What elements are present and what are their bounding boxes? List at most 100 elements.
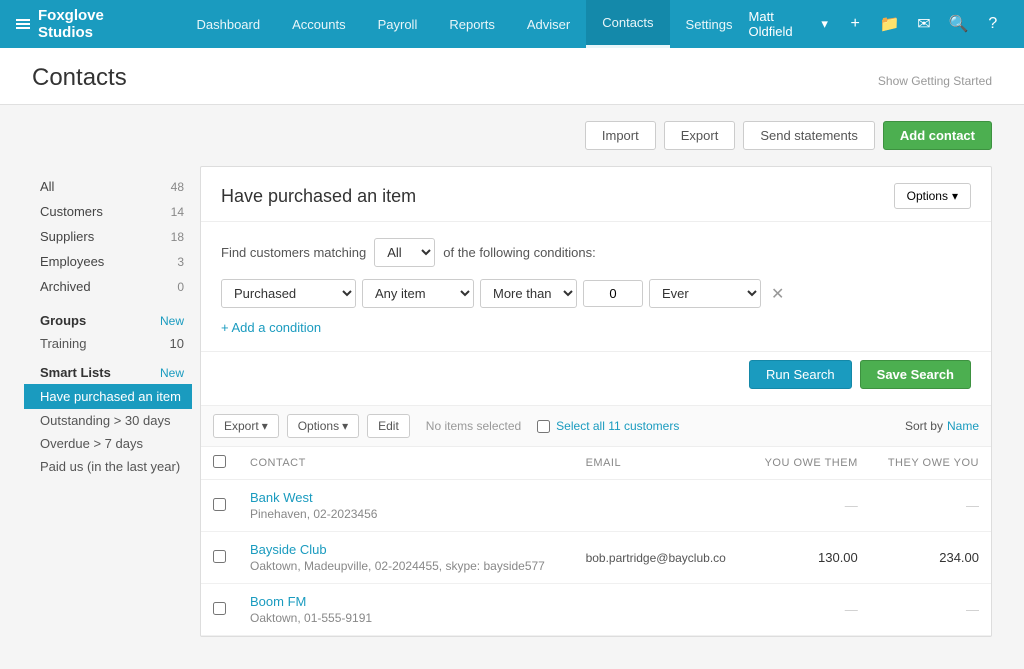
- filter-prefix: Find customers matching: [221, 245, 366, 260]
- page-header: Contacts Show Getting Started: [0, 48, 1024, 105]
- export-button[interactable]: Export: [664, 121, 736, 150]
- app-logo[interactable]: Foxglove Studios: [16, 7, 157, 41]
- contact-detail: Oaktown, 01-555-9191: [250, 611, 562, 625]
- sidebar-smart-list-overdue[interactable]: Overdue > 7 days: [32, 432, 192, 455]
- import-button[interactable]: Import: [585, 121, 656, 150]
- row-email-cell: [574, 480, 747, 532]
- condition-operator-select[interactable]: More than Less than Exactly: [480, 279, 577, 308]
- row-checkbox-cell: [201, 532, 238, 584]
- filter-section: Find customers matching All Any of the f…: [201, 222, 991, 352]
- col-they-owe: They Owe You: [870, 447, 991, 480]
- table-row: Boom FM Oaktown, 01-555-9191 — —: [201, 584, 991, 636]
- contact-detail: Oaktown, Madeupville, 02-2024455, skype:…: [250, 559, 562, 573]
- row-checkbox[interactable]: [213, 498, 226, 511]
- top-nav: Foxglove Studios Dashboard Accounts Payr…: [0, 0, 1024, 48]
- contact-name-link[interactable]: Bank West: [250, 490, 313, 505]
- condition-period-select[interactable]: Ever Last 30 days Last 90 days Last year: [649, 279, 761, 308]
- sort-field-link[interactable]: Name: [947, 419, 979, 433]
- sidebar-item-suppliers[interactable]: Suppliers 18: [32, 224, 192, 249]
- mail-icon[interactable]: ✉: [909, 8, 939, 40]
- options-button[interactable]: Options ▾: [894, 183, 971, 209]
- nav-contacts[interactable]: Contacts: [586, 0, 669, 48]
- sidebar-item-all[interactable]: All 48: [32, 174, 192, 199]
- contact-name-link[interactable]: Bayside Club: [250, 542, 327, 557]
- row-they-owe-cell: —: [870, 480, 991, 532]
- nav-adviser[interactable]: Adviser: [511, 0, 586, 48]
- sidebar-groups-new[interactable]: New: [160, 314, 184, 328]
- row-contact-cell: Bank West Pinehaven, 02-2023456: [238, 480, 574, 532]
- sidebar-smart-list-have-purchased[interactable]: Have purchased an item: [24, 384, 192, 409]
- row-contact-cell: Boom FM Oaktown, 01-555-9191: [238, 584, 574, 636]
- table-toolbar: Export ▾ Options ▾ Edit No items selecte…: [201, 405, 991, 447]
- export-dropdown-icon: ▾: [262, 419, 268, 433]
- row-you-owe-cell: —: [746, 584, 869, 636]
- sort-by-label: Sort by: [905, 419, 943, 433]
- contact-email: bob.partridge@bayclub.co: [586, 551, 726, 565]
- options-caret-icon: ▾: [342, 419, 348, 433]
- sidebar-item-customers[interactable]: Customers 14: [32, 199, 192, 224]
- contact-name-link[interactable]: Boom FM: [250, 594, 306, 609]
- sidebar-item-employees[interactable]: Employees 3: [32, 249, 192, 274]
- nav-payroll[interactable]: Payroll: [362, 0, 434, 48]
- smart-list-header: Have purchased an item Options ▾: [201, 167, 991, 222]
- row-they-owe-cell: 234.00: [870, 532, 991, 584]
- getting-started-link[interactable]: Show Getting Started: [878, 74, 992, 104]
- sidebar-smart-lists-new[interactable]: New: [160, 366, 184, 380]
- select-all-label[interactable]: Select all 11 customers: [556, 419, 679, 433]
- logo-icon: [16, 19, 30, 29]
- condition-field-select[interactable]: Purchased Has item Account balance: [221, 279, 356, 308]
- row-checkbox-cell: [201, 480, 238, 532]
- row-checkbox[interactable]: [213, 602, 226, 615]
- condition-delete-icon[interactable]: ✕: [767, 284, 788, 304]
- sidebar-item-archived[interactable]: Archived 0: [32, 274, 192, 299]
- table-row: Bank West Pinehaven, 02-2023456 — —: [201, 480, 991, 532]
- col-you-owe: You Owe Them: [746, 447, 869, 480]
- sort-by: Sort by Name: [905, 419, 979, 433]
- row-email-cell: [574, 584, 747, 636]
- condition-value-input[interactable]: [583, 280, 643, 307]
- help-icon[interactable]: ?: [978, 8, 1008, 40]
- nav-dashboard[interactable]: Dashboard: [181, 0, 277, 48]
- app-name: Foxglove Studios: [38, 7, 157, 41]
- matching-select[interactable]: All Any: [374, 238, 435, 267]
- nav-settings[interactable]: Settings: [670, 0, 749, 48]
- sidebar: All 48 Customers 14 Suppliers 18 Employe…: [32, 166, 192, 637]
- toolbar-no-items: No items selected: [426, 419, 521, 433]
- nav-accounts[interactable]: Accounts: [276, 0, 361, 48]
- user-name[interactable]: Matt Oldfield ▾: [749, 9, 828, 39]
- col-checkbox: [201, 447, 238, 480]
- save-search-button[interactable]: Save Search: [860, 360, 971, 389]
- row-contact-cell: Bayside Club Oaktown, Madeupville, 02-20…: [238, 532, 574, 584]
- run-search-button[interactable]: Run Search: [749, 360, 852, 389]
- add-contact-button[interactable]: Add contact: [883, 121, 992, 150]
- sidebar-smart-list-paid-us[interactable]: Paid us (in the last year): [32, 455, 192, 478]
- add-condition-link[interactable]: + Add a condition: [221, 320, 321, 335]
- toolbar-options-button[interactable]: Options ▾: [287, 414, 359, 438]
- toolbar-select-all: Select all 11 customers: [537, 419, 679, 433]
- header-checkbox[interactable]: [213, 455, 226, 468]
- page-title: Contacts: [32, 64, 127, 104]
- select-all-checkbox[interactable]: [537, 420, 550, 433]
- row-you-owe-cell: —: [746, 480, 869, 532]
- filter-row: Find customers matching All Any of the f…: [221, 238, 971, 267]
- sidebar-smart-list-outstanding[interactable]: Outstanding > 30 days: [32, 409, 192, 432]
- action-bar: Import Export Send statements Add contac…: [0, 105, 1024, 166]
- sidebar-all-group: All 48 Customers 14 Suppliers 18 Employe…: [32, 174, 192, 299]
- folder-icon[interactable]: 📁: [874, 8, 904, 40]
- options-dropdown-icon: ▾: [952, 189, 958, 203]
- smart-list-title: Have purchased an item: [221, 186, 416, 207]
- row-email-cell: bob.partridge@bayclub.co: [574, 532, 747, 584]
- toolbar-edit-button[interactable]: Edit: [367, 414, 410, 438]
- send-statements-button[interactable]: Send statements: [743, 121, 875, 150]
- add-icon[interactable]: +: [840, 8, 870, 40]
- row-you-owe-cell: 130.00: [746, 532, 869, 584]
- nav-reports[interactable]: Reports: [433, 0, 511, 48]
- condition-item-select[interactable]: Any item Specific item: [362, 279, 474, 308]
- sidebar-group-training[interactable]: Training 10: [32, 332, 192, 355]
- contact-detail: Pinehaven, 02-2023456: [250, 507, 562, 521]
- filter-suffix: of the following conditions:: [443, 245, 595, 260]
- main-layout: All 48 Customers 14 Suppliers 18 Employe…: [0, 166, 1024, 669]
- toolbar-export-button[interactable]: Export ▾: [213, 414, 279, 438]
- search-icon[interactable]: 🔍: [943, 8, 973, 40]
- row-checkbox[interactable]: [213, 550, 226, 563]
